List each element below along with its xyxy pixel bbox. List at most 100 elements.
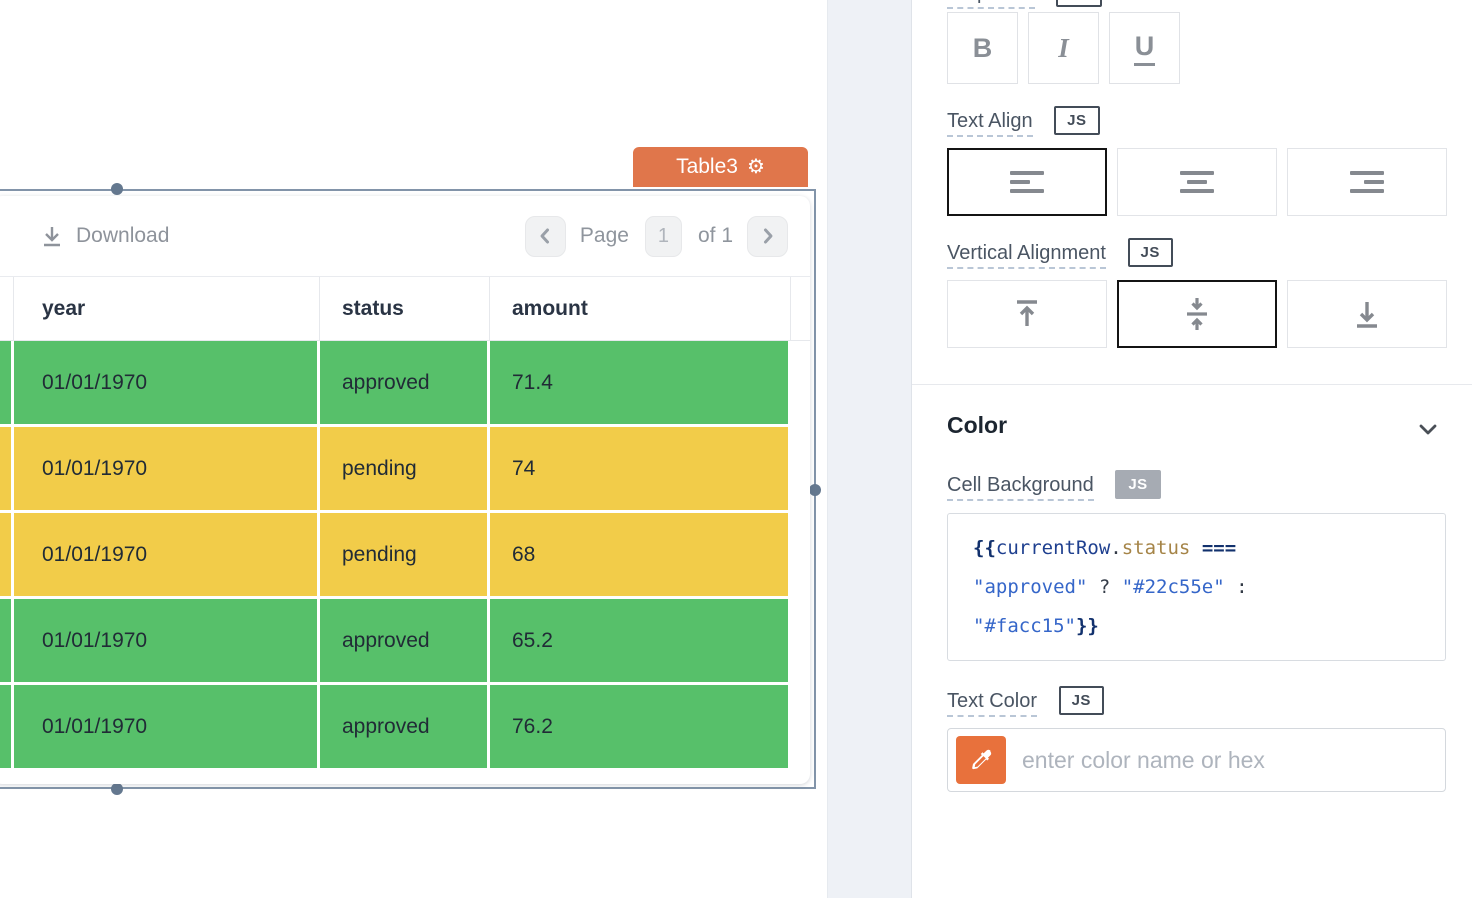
cell-background-label-row: Cell Background JS: [947, 470, 1161, 499]
table-cell-filler: [791, 513, 810, 596]
valign-top-button[interactable]: [947, 280, 1107, 348]
valign-top-icon: [1009, 296, 1045, 332]
table-row[interactable]: 01/01/1970approved71.4: [0, 341, 810, 427]
text-align-js-toggle[interactable]: JS: [1054, 106, 1099, 135]
underline-button[interactable]: U: [1109, 12, 1180, 84]
table-cell[interactable]: 01/01/1970: [14, 341, 320, 424]
align-left-icon: [1010, 171, 1044, 193]
table-cell[interactable]: 01/01/1970: [14, 685, 320, 768]
table-header-spacer: [0, 277, 14, 341]
chevron-left-icon: [536, 227, 554, 245]
table-cell[interactable]: approved: [320, 685, 490, 768]
align-left-button[interactable]: [947, 148, 1107, 216]
text-color-label: Text Color: [947, 690, 1037, 717]
column-header-status[interactable]: status: [320, 277, 490, 341]
emphasis-label-row: Emphasis JS: [947, 0, 1102, 7]
chevron-down-icon: [1413, 415, 1443, 445]
text-color-input[interactable]: [1022, 747, 1445, 774]
vertical-alignment-label: Vertical Alignment: [947, 242, 1106, 269]
page-total-label: of 1: [698, 224, 733, 248]
app-canvas[interactable]: Table3 ⚙ Download Page 1: [0, 0, 827, 898]
text-color-field: [947, 728, 1446, 792]
cell-background-code-editor[interactable]: {{currentRow.status ==="approved" ? "#22…: [947, 513, 1446, 661]
color-section-collapse-button[interactable]: [1413, 415, 1443, 450]
prev-page-button[interactable]: [525, 216, 566, 257]
table-cell[interactable]: pending: [320, 513, 490, 596]
color-picker-swatch[interactable]: [956, 736, 1006, 784]
code-token: currentRow: [996, 537, 1110, 559]
component-tag-table3[interactable]: Table3 ⚙: [633, 147, 808, 187]
table-cell[interactable]: pending: [320, 427, 490, 510]
chevron-right-icon: [759, 227, 777, 245]
valign-bottom-button[interactable]: [1287, 280, 1447, 348]
table-component[interactable]: Download Page 1 of 1 year status: [0, 196, 810, 784]
emphasis-js-toggle[interactable]: JS: [1056, 0, 1101, 7]
emphasis-label: Emphasis: [947, 0, 1035, 9]
table-cell[interactable]: [0, 513, 14, 596]
code-token: .: [1110, 537, 1121, 559]
align-center-icon: [1180, 171, 1214, 193]
underline-button-label: U: [1134, 31, 1156, 66]
table-cell-filler: [791, 341, 810, 424]
text-color-js-toggle[interactable]: JS: [1059, 686, 1104, 715]
table-row[interactable]: 01/01/1970approved65.2: [0, 599, 810, 685]
page-label: Page: [580, 224, 629, 248]
table-cell[interactable]: 65.2: [490, 599, 791, 682]
table-cell[interactable]: [0, 341, 14, 424]
align-right-icon: [1350, 171, 1384, 193]
italic-button[interactable]: I: [1028, 12, 1099, 84]
table-cell[interactable]: 68: [490, 513, 791, 596]
vertical-alignment-js-toggle[interactable]: JS: [1128, 238, 1173, 267]
editor-stage: Table3 ⚙ Download Page 1: [0, 0, 1472, 898]
download-button[interactable]: Download: [40, 224, 169, 248]
cell-background-label: Cell Background: [947, 474, 1094, 501]
table-header-row: year status amount: [0, 277, 810, 341]
cell-background-js-toggle[interactable]: JS: [1115, 470, 1160, 499]
page-number-box[interactable]: 1: [645, 216, 682, 257]
pagination: Page 1 of 1: [525, 216, 788, 257]
code-token: {{: [973, 537, 996, 559]
table-cell[interactable]: 01/01/1970: [14, 599, 320, 682]
text-color-label-row: Text Color JS: [947, 686, 1104, 715]
table-cell-filler: [791, 685, 810, 768]
code-token: [1190, 537, 1201, 559]
code-token: "approved": [973, 576, 1087, 598]
resize-handle-bottom[interactable]: [111, 783, 123, 795]
align-center-button[interactable]: [1117, 148, 1277, 216]
text-align-label-row: Text Align JS: [947, 106, 1100, 135]
table-row[interactable]: 01/01/1970pending68: [0, 513, 810, 599]
table-cell-filler: [791, 599, 810, 682]
column-header-amount[interactable]: amount: [490, 277, 791, 341]
table-cell[interactable]: 01/01/1970: [14, 427, 320, 510]
code-token: status: [1122, 537, 1191, 559]
table-body: 01/01/1970approved71.401/01/1970pending7…: [0, 341, 810, 771]
gear-icon[interactable]: ⚙: [747, 157, 765, 177]
resize-handle-top[interactable]: [111, 183, 123, 195]
table-cell[interactable]: 71.4: [490, 341, 791, 424]
table-cell[interactable]: 76.2: [490, 685, 791, 768]
column-header-year[interactable]: year: [14, 277, 320, 341]
resize-handle-right[interactable]: [809, 484, 821, 496]
table-cell[interactable]: [0, 427, 14, 510]
code-line: "#facc15"}}: [973, 607, 1420, 646]
table-cell[interactable]: approved: [320, 599, 490, 682]
table-cell[interactable]: [0, 599, 14, 682]
color-section-title: Color: [947, 412, 1007, 439]
next-page-button[interactable]: [747, 216, 788, 257]
table-cell[interactable]: 74: [490, 427, 791, 510]
code-token: :: [1225, 576, 1248, 598]
table-header-filler: [791, 277, 810, 341]
valign-bottom-icon: [1349, 296, 1385, 332]
align-right-button[interactable]: [1287, 148, 1447, 216]
table-cell[interactable]: 01/01/1970: [14, 513, 320, 596]
valign-center-button[interactable]: [1117, 280, 1277, 348]
table-row[interactable]: 01/01/1970approved76.2: [0, 685, 810, 771]
table-toolbar: Download Page 1 of 1: [0, 196, 810, 277]
code-token: ===: [1202, 537, 1236, 559]
bold-button[interactable]: B: [947, 12, 1018, 84]
table-row[interactable]: 01/01/1970pending74: [0, 427, 810, 513]
table-cell-filler: [791, 427, 810, 510]
table-cell[interactable]: [0, 685, 14, 768]
table-cell[interactable]: approved: [320, 341, 490, 424]
download-icon: [40, 224, 64, 248]
